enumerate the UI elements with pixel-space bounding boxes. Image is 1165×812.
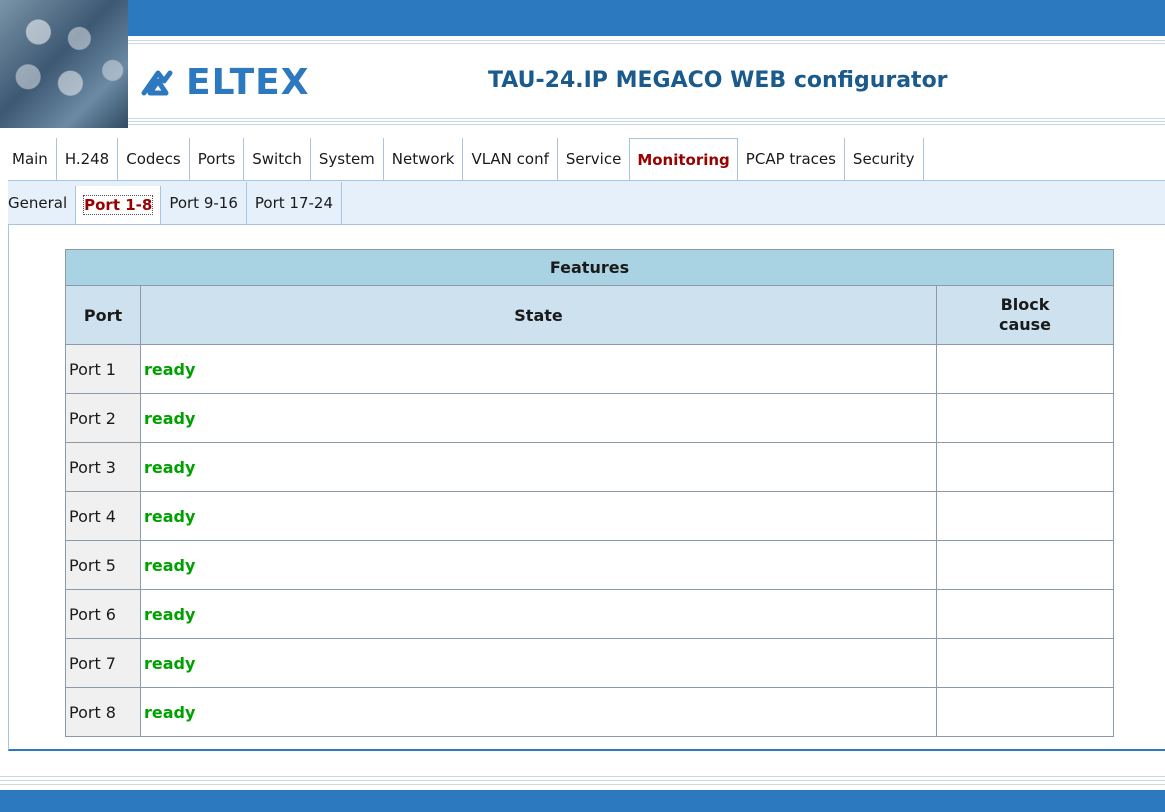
state-cell: ready: [140, 687, 937, 737]
page-header: ELTEX TAU-24.IP MEGACO WEB configurator: [0, 0, 1165, 130]
subtab-port-9-16-label: Port 9-16: [169, 194, 238, 212]
table-header-row: Port State Block cause: [65, 285, 1114, 345]
port-cell: Port 7: [65, 638, 141, 688]
main-tab-bar: Main H.248 Codecs Ports Switch System Ne…: [8, 138, 1158, 180]
eltex-logo: ELTEX: [140, 61, 310, 103]
header-phone-image: [0, 0, 128, 128]
tab-ports[interactable]: Ports: [190, 138, 245, 180]
subtab-general[interactable]: General: [8, 182, 75, 224]
state-cell: ready: [140, 393, 937, 443]
block-cause-cell: [936, 393, 1114, 443]
tab-h248[interactable]: H.248: [57, 138, 119, 180]
tab-switch[interactable]: Switch: [244, 138, 311, 180]
features-table: Features Port State Block cause Port 1 r…: [65, 249, 1114, 737]
logo-text: ELTEX: [186, 61, 310, 103]
table-caption: Features: [65, 249, 1114, 286]
block-cause-cell: [936, 589, 1114, 639]
state-cell: ready: [140, 491, 937, 541]
column-header-port: Port: [65, 285, 141, 345]
tab-system[interactable]: System: [311, 138, 384, 180]
table-row: Port 7 ready: [65, 638, 1114, 688]
subtab-port-1-8-label: Port 1-8: [83, 195, 154, 215]
content-panel: Features Port State Block cause Port 1 r…: [8, 224, 1165, 751]
table-row: Port 2 ready: [65, 393, 1114, 443]
subtab-port-9-16[interactable]: Port 9-16: [161, 182, 247, 224]
port-cell: Port 4: [65, 491, 141, 541]
tab-security[interactable]: Security: [845, 138, 924, 180]
state-cell: ready: [140, 344, 937, 394]
tab-vlan-conf[interactable]: VLAN conf: [463, 138, 558, 180]
port-cell: Port 8: [65, 687, 141, 737]
tab-codecs[interactable]: Codecs: [118, 138, 190, 180]
block-cause-cell: [936, 344, 1114, 394]
table-row: Port 6 ready: [65, 589, 1114, 639]
eltex-mark-icon: [141, 70, 173, 96]
state-cell: ready: [140, 442, 937, 492]
table-row: Port 8 ready: [65, 687, 1114, 737]
state-cell: ready: [140, 638, 937, 688]
header-top-bar: [125, 0, 1165, 36]
page-footer-bar: [0, 790, 1165, 812]
table-row: Port 4 ready: [65, 491, 1114, 541]
block-cause-cell: [936, 540, 1114, 590]
sub-tab-bar: General Port 1-8 Port 9-16 Port 17-24: [8, 182, 342, 224]
tab-pcap-traces[interactable]: PCAP traces: [738, 138, 845, 180]
port-cell: Port 3: [65, 442, 141, 492]
tab-service[interactable]: Service: [558, 138, 629, 180]
port-cell: Port 1: [65, 344, 141, 394]
block-cause-cell: [936, 687, 1114, 737]
block-cause-cell: [936, 442, 1114, 492]
block-cause-cell: [936, 491, 1114, 541]
subtab-general-label: General: [8, 194, 68, 212]
state-cell: ready: [140, 540, 937, 590]
table-row: Port 5 ready: [65, 540, 1114, 590]
port-cell: Port 6: [65, 589, 141, 639]
block-cause-cell: [936, 638, 1114, 688]
table-row: Port 3 ready: [65, 442, 1114, 492]
column-header-block-cause: Block cause: [936, 285, 1114, 345]
tab-monitoring[interactable]: Monitoring: [629, 138, 738, 180]
app-title: TAU-24.IP MEGACO WEB configurator: [488, 68, 948, 93]
port-cell: Port 2: [65, 393, 141, 443]
subtab-port-17-24-label: Port 17-24: [254, 194, 333, 212]
tab-network[interactable]: Network: [384, 138, 464, 180]
table-row: Port 1 ready: [65, 344, 1114, 394]
subtab-port-17-24[interactable]: Port 17-24: [247, 182, 342, 224]
subtab-port-1-8[interactable]: Port 1-8: [75, 186, 162, 224]
column-header-state: State: [140, 285, 937, 345]
port-cell: Port 5: [65, 540, 141, 590]
tab-main[interactable]: Main: [8, 138, 57, 180]
state-cell: ready: [140, 589, 937, 639]
